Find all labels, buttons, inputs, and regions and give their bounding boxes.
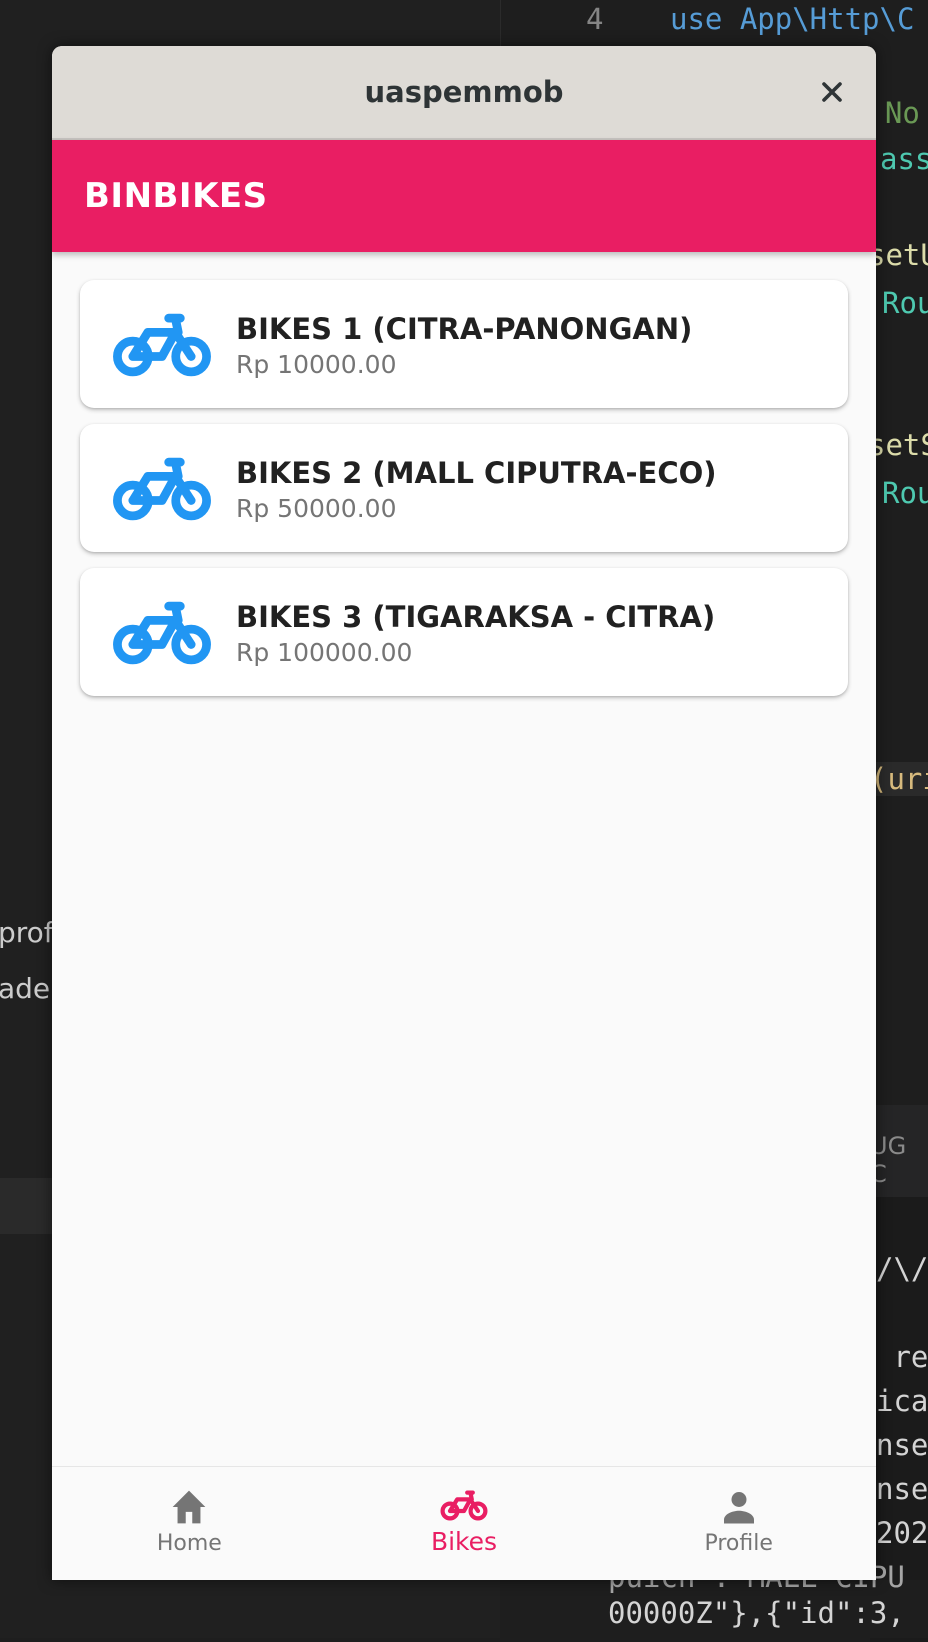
code-line-text: use App\Http\C — [670, 2, 915, 36]
bike-name: BIKES 2 (MALL CIPUTRA-ECO) — [236, 456, 717, 490]
home-icon — [172, 1490, 206, 1524]
close-button[interactable] — [814, 74, 850, 110]
app-bar-title: BINBIKES — [84, 176, 268, 216]
bike-list-item[interactable]: BIKES 2 (MALL CIPUTRA-ECO) Rp 50000.00 — [80, 424, 848, 552]
window-titlebar[interactable]: uaspemmob — [52, 46, 876, 140]
bike-list-item[interactable]: BIKES 3 (TIGARAKSA - CITRA) Rp 100000.00 — [80, 568, 848, 696]
debug-console-label: UG C — [870, 1132, 907, 1188]
close-icon — [822, 82, 842, 102]
code-line-text: setS — [868, 428, 928, 462]
terminal-line: nse — [876, 1428, 928, 1462]
bike-list: BIKES 1 (CITRA-PANONGAN) Rp 10000.00 BIK… — [80, 280, 848, 712]
code-line-text: Rou — [882, 476, 928, 510]
bike-price: Rp 50000.00 — [236, 494, 397, 523]
person-icon — [723, 1492, 754, 1524]
nav-label-profile: Profile — [704, 1531, 773, 1556]
app-window: uaspemmob BINBIKES BIKES 1 (CITRA-PANONG… — [52, 46, 876, 1580]
nav-item-bikes[interactable]: Bikes — [327, 1467, 602, 1580]
terminal-line: ica — [876, 1384, 928, 1418]
bike-price: Rp 10000.00 — [236, 350, 397, 379]
terminal-line: nse — [876, 1472, 928, 1506]
nav-item-home[interactable]: Home — [52, 1467, 327, 1580]
code-line: 4 — [586, 2, 603, 36]
code-line-text: (uri — [870, 762, 928, 796]
bike-name: BIKES 1 (CITRA-PANONGAN) — [236, 312, 693, 346]
bike-icon — [113, 313, 211, 377]
nav-label-home: Home — [156, 1531, 222, 1556]
code-line-text: setU — [868, 238, 928, 272]
code-line-text: ass — [880, 142, 928, 176]
terminal-line: re — [876, 1340, 928, 1374]
app-bar: BINBIKES — [52, 140, 876, 252]
bottom-navigation: Home Bikes Profile — [52, 1466, 876, 1580]
terminal-line: 202 — [876, 1516, 928, 1550]
side-text: ade. — [0, 972, 60, 1005]
code-line-text: Rou — [882, 286, 928, 320]
bike-list-page: BIKES 1 (CITRA-PANONGAN) Rp 10000.00 BIK… — [52, 252, 876, 1512]
bike-icon — [113, 457, 211, 521]
nav-label-bikes: Bikes — [430, 1527, 498, 1556]
line-number: 4 — [586, 2, 604, 36]
nav-item-profile[interactable]: Profile — [601, 1467, 876, 1580]
bike-icon — [440, 1490, 488, 1521]
terminal-line: 00000Z"},{"id":3, — [608, 1596, 905, 1630]
terminal-line: /\/ — [876, 1252, 928, 1286]
bike-price: Rp 100000.00 — [236, 638, 413, 667]
window-title: uaspemmob — [364, 75, 564, 109]
terminal-tab-strip — [0, 1178, 60, 1234]
bike-list-item[interactable]: BIKES 1 (CITRA-PANONGAN) Rp 10000.00 — [80, 280, 848, 408]
bike-icon — [113, 601, 211, 665]
bike-name: BIKES 3 (TIGARAKSA - CITRA) — [236, 600, 716, 634]
